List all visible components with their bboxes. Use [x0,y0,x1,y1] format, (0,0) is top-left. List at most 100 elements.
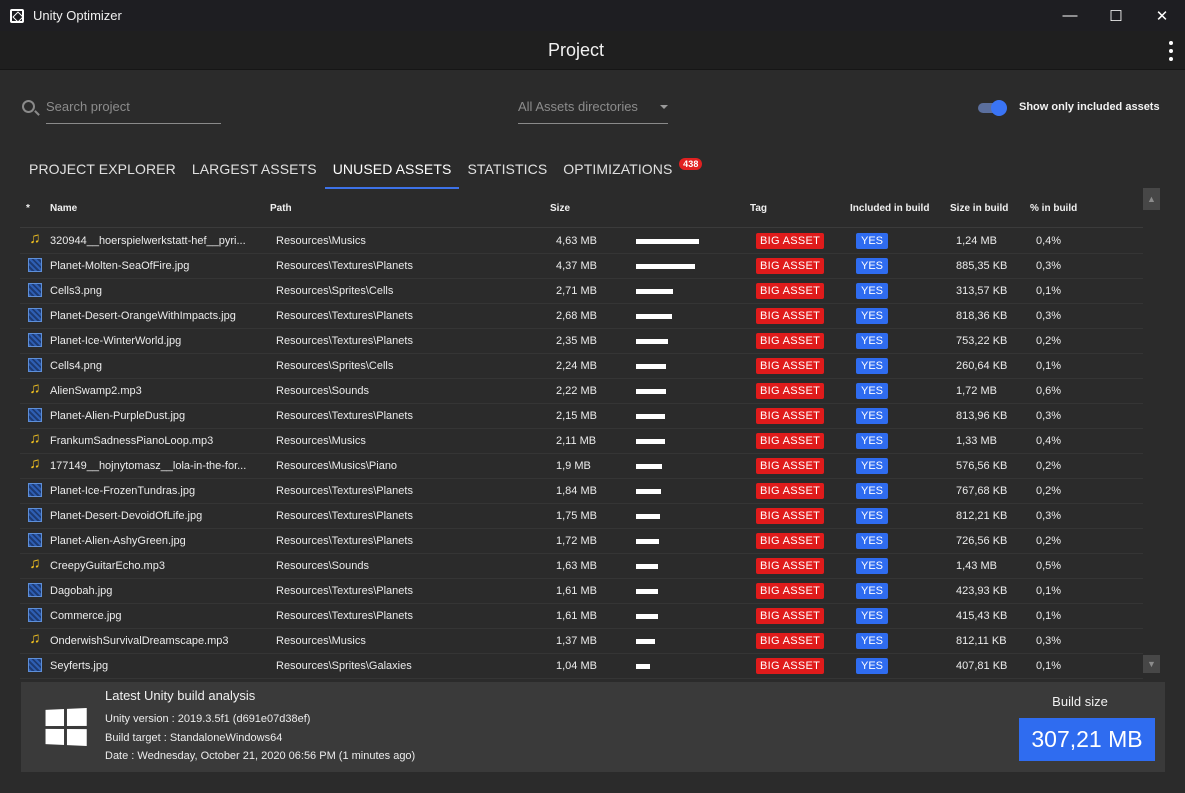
table-row[interactable]: ♫ FrankumSadnessPianoLoop.mp3 Resources\Mu… [20,429,1143,454]
table-row[interactable]: Planet-Molten-SeaOfFire.jpg Resources\Tex… [20,254,1143,279]
directory-dropdown[interactable]: All Assets directories [518,96,668,124]
table-row[interactable]: Planet-Alien-PurpleDust.jpg Resources\Tex… [20,404,1143,429]
size-bar [636,639,655,644]
table-row[interactable]: ♫ CreepyGuitarEcho.mp3 Resources\Sounds 1,6… [20,554,1143,579]
tab-statistics[interactable]: STATISTICS [459,150,555,188]
asset-pct-in-build: 0,2% [1036,535,1062,547]
asset-pct-in-build: 0,2% [1036,460,1062,472]
size-bar [636,364,666,369]
search-input[interactable] [46,96,221,124]
asset-size-in-build: 885,35 KB [956,260,1008,272]
build-analysis-title: Latest Unity build analysis [105,688,256,703]
asset-path: Resources\Sprites\Cells [276,285,394,297]
table-row[interactable]: ♫ AlienSwamp2.mp3 Resources\Sounds 2,22 MB B… [20,379,1143,404]
table-row[interactable]: Planet-Ice-FrozenTundras.jpg Resources\Te… [20,479,1143,504]
music-file-icon: ♫ [29,430,41,447]
tab-optimizations[interactable]: OPTIMIZATIONS 438 [555,150,703,188]
included-badge: YES [856,333,889,349]
asset-pct-in-build: 0,3% [1036,635,1062,647]
sort-column-header[interactable]: * [26,203,30,214]
asset-pct-in-build: 0,2% [1036,335,1062,347]
table-row[interactable]: Seyferts.jpg Resources\Sprites\Galaxies 1,… [20,654,1143,679]
app-header: Project [0,31,1185,70]
asset-path: Resources\Textures\Planets [276,260,413,272]
table-row[interactable]: Planet-Desert-DevoidOfLife.jpg Resources\… [20,504,1143,529]
asset-name: 177149__hojnytomasz__lola-in-the-for... [50,460,247,472]
asset-path: Resources\Textures\Planets [276,335,413,347]
asset-size-in-build: 767,68 KB [956,485,1008,497]
included-badge: YES [856,308,889,324]
asset-path: Resources\Textures\Planets [276,535,413,547]
column-header-size-in-build[interactable]: Size in build [950,203,1008,214]
table-row[interactable]: Planet-Alien-AshyGreen.jpg Resources\Text… [20,529,1143,554]
asset-pct-in-build: 0,5% [1036,560,1062,572]
image-file-icon [28,283,42,297]
table-scrollbar[interactable]: ▲ ▼ [1143,188,1160,673]
table-row[interactable]: ♫ OnderwishSurvivalDreamscape.mp3 Resource… [20,629,1143,654]
image-file-icon [28,658,42,672]
asset-pct-in-build: 0,3% [1036,310,1062,322]
size-bar [636,614,658,619]
maximize-button[interactable]: ☐ [1093,0,1139,31]
column-header-tag[interactable]: Tag [750,203,767,214]
table-row[interactable]: Cells4.png Resources\Sprites\Cells 2,24 MB… [20,354,1143,379]
image-file-icon [28,308,42,322]
asset-size: 1,04 MB [556,660,597,672]
table-row[interactable]: ♫ 177149__hojnytomasz__lola-in-the-for...… [20,454,1143,479]
tab-largest-assets[interactable]: LARGEST ASSETS [184,150,325,188]
asset-size-in-build: 1,24 MB [956,235,997,247]
size-bar [636,239,699,244]
column-header-name[interactable]: Name [50,203,77,214]
more-options-icon[interactable] [1167,41,1175,61]
asset-path: Resources\Textures\Planets [276,510,413,522]
music-file-icon: ♫ [29,380,41,397]
table-row[interactable]: ♫ 320944__hoerspielwerkstatt-hef__pyri...… [20,229,1143,254]
scroll-up-arrow-icon[interactable]: ▲ [1143,188,1160,210]
size-bar [636,464,662,469]
build-target: Build target : StandaloneWindows64 [105,732,283,744]
asset-pct-in-build: 0,2% [1036,485,1062,497]
tag-badge: BIG ASSET [756,383,825,399]
column-header-pct-in-build[interactable]: % in build [1030,203,1077,214]
tab-bar: PROJECT EXPLORER LARGEST ASSETS UNUSED A… [21,150,703,190]
windows-logo-icon [45,707,87,747]
window-title: Unity Optimizer [33,8,122,23]
table-row[interactable]: Planet-Ice-WinterWorld.jpg Resources\Text… [20,329,1143,354]
search-box [22,96,222,124]
table-row[interactable]: Dagobah.jpg Resources\Textures\Planets 1,6… [20,579,1143,604]
asset-pct-in-build: 0,1% [1036,585,1062,597]
asset-size: 1,9 MB [556,460,591,472]
directory-dropdown-value: All Assets directories [518,99,638,114]
asset-size: 1,37 MB [556,635,597,647]
asset-path: Resources\Textures\Planets [276,310,413,322]
column-header-path[interactable]: Path [270,203,292,214]
tag-badge: BIG ASSET [756,508,825,524]
included-badge: YES [856,533,889,549]
included-assets-toggle[interactable] [978,99,1008,117]
asset-path: Resources\Musics\Piano [276,460,398,472]
column-header-included[interactable]: Included in build [850,203,929,214]
scroll-down-arrow-icon[interactable]: ▼ [1143,655,1160,673]
asset-pct-in-build: 0,3% [1036,260,1062,272]
asset-size-in-build: 407,81 KB [956,660,1008,672]
close-button[interactable]: ✕ [1139,0,1185,31]
included-badge: YES [856,483,889,499]
asset-name: Seyferts.jpg [50,660,109,672]
image-file-icon [28,583,42,597]
table-row[interactable]: Planet-Desert-OrangeWithImpacts.jpg Resou… [20,304,1143,329]
table-row[interactable]: Cells3.png Resources\Sprites\Cells 2,71 MB… [20,279,1143,304]
table-row[interactable]: Commerce.jpg Resources\Textures\Planets 1,… [20,604,1143,629]
minimize-button[interactable]: — [1047,0,1093,31]
image-file-icon [28,608,42,622]
search-icon [22,100,35,113]
asset-size: 1,63 MB [556,560,597,572]
asset-name: Dagobah.jpg [50,585,113,597]
tab-project-explorer[interactable]: PROJECT EXPLORER [21,150,184,188]
tab-unused-assets[interactable]: UNUSED ASSETS [324,150,460,189]
asset-path: Resources\Sounds [276,560,369,572]
tag-badge: BIG ASSET [756,458,825,474]
asset-size-in-build: 1,33 MB [956,435,997,447]
column-header-size[interactable]: Size [550,203,570,214]
asset-size: 2,24 MB [556,360,597,372]
build-size-value: 307,21 MB [1019,718,1155,761]
